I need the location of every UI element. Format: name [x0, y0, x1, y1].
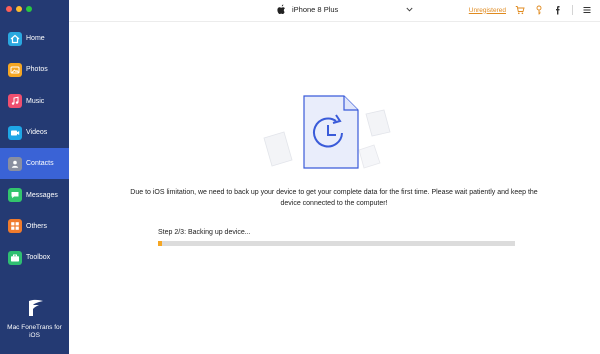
window-controls [6, 6, 32, 12]
divider [572, 5, 573, 15]
key-icon[interactable] [534, 5, 544, 15]
music-icon [8, 94, 22, 109]
sidebar-item-label: Contacts [26, 160, 54, 168]
sidebar-item-label: Photos [26, 66, 48, 74]
sidebar-item-label: Videos [26, 129, 48, 137]
menu-icon[interactable] [582, 5, 592, 15]
sidebar-item-label: Messages [26, 191, 58, 199]
messages-icon [8, 188, 22, 203]
device-name: iPhone 8 Plus [292, 5, 339, 14]
sidebar-item-contacts[interactable]: Contacts [0, 148, 69, 180]
sidebar-item-toolbox[interactable]: Toolbox [0, 242, 69, 273]
photos-icon [8, 62, 22, 77]
others-icon [8, 219, 22, 234]
faded-document-right-icon [358, 109, 391, 169]
device-selector[interactable]: iPhone 8 Plus [277, 4, 413, 15]
sidebar-item-home[interactable]: Home [0, 23, 69, 54]
sidebar-item-others[interactable]: Others [0, 211, 69, 242]
sidebar-item-label: Home [26, 35, 45, 43]
step-status: Step 2/3: Backing up device... [158, 229, 251, 236]
sidebar-item-videos[interactable]: Videos [0, 117, 69, 148]
progress-bar [158, 241, 515, 246]
progress-fill [158, 241, 162, 246]
top-right-actions: Unregistered [469, 5, 592, 15]
unregistered-link[interactable]: Unregistered [469, 7, 506, 14]
brand: Mac FoneTrans for iOS [0, 298, 69, 340]
fonetrans-logo-icon [25, 298, 45, 318]
minimize-window-button[interactable] [16, 6, 22, 12]
home-icon [8, 31, 22, 46]
sidebar-item-music[interactable]: Music [0, 86, 69, 117]
faded-document-left-icon [263, 131, 293, 167]
sidebar-item-photos[interactable]: Photos [0, 54, 69, 85]
sidebar-nav: Home Photos Music Videos Contacts Messag… [0, 23, 69, 273]
cart-icon[interactable] [515, 5, 525, 15]
apple-icon [277, 4, 286, 15]
app-window: Home Photos Music Videos Contacts Messag… [0, 0, 600, 354]
facebook-icon[interactable] [553, 5, 563, 15]
chevron-down-icon[interactable] [344, 7, 413, 12]
main-content: iPhone 8 Plus Unregistered Due to iOS li… [69, 0, 600, 354]
sidebar-item-messages[interactable]: Messages [0, 179, 69, 210]
sidebar-item-label: Others [26, 222, 48, 230]
toolbox-icon [8, 250, 22, 265]
top-bar: iPhone 8 Plus Unregistered [69, 0, 600, 22]
backup-document-icon [303, 95, 359, 169]
backup-message: Due to iOS limitation, we need to back u… [130, 189, 538, 207]
sidebar-item-label: Music [26, 97, 45, 105]
brand-name: Mac FoneTrans for iOS [7, 324, 62, 339]
zoom-window-button[interactable] [26, 6, 32, 12]
contacts-icon [8, 156, 22, 171]
close-window-button[interactable] [6, 6, 12, 12]
sidebar: Home Photos Music Videos Contacts Messag… [0, 0, 69, 354]
sidebar-item-label: Toolbox [26, 254, 51, 262]
backup-illustration [256, 90, 401, 175]
videos-icon [8, 125, 22, 140]
